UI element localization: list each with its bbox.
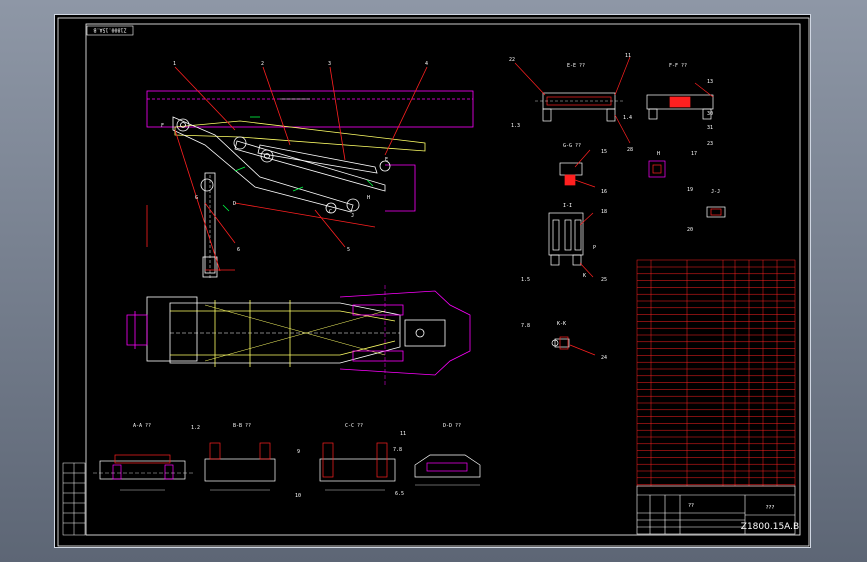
bottom-section-views <box>93 442 481 491</box>
drawing-number-top: Z1800.15A.B <box>93 27 126 33</box>
section-letter-P: P <box>593 245 596 251</box>
section-letter-D: D <box>233 201 236 207</box>
callout-22: 22 <box>509 57 515 63</box>
title-block-mid: ?? <box>688 503 694 509</box>
callout-2: 2 <box>261 61 264 67</box>
section-title-C: C-C ?? <box>345 423 363 429</box>
drawing-number-box-top: Z1800.15A.B <box>86 25 134 36</box>
callout-17: 17 <box>691 151 697 157</box>
section-title-H: H <box>657 151 660 157</box>
callout-11: 11 <box>400 431 406 437</box>
right-detail-views <box>514 56 726 356</box>
section-letter-J: J <box>351 213 354 219</box>
callout-28: 28 <box>627 147 633 153</box>
callout-25: 25 <box>601 277 607 283</box>
section-title-A: A-A ?? <box>133 423 151 429</box>
callout-9: 9 <box>297 449 300 455</box>
drawing-sheet: Z1800.15A.B ??? ?? Z1800.15A.B 1 2 3 4 5… <box>54 14 811 548</box>
section-title-K: K-K <box>557 321 566 327</box>
callout-24: 24 <box>601 355 607 361</box>
callout-1: 1 <box>173 61 176 67</box>
callout-1-3: 1.3 <box>511 123 520 129</box>
callout-18: 18 <box>601 209 607 215</box>
section-title-D: D-D ?? <box>443 423 461 429</box>
title-block-top: ??? <box>766 505 775 511</box>
section-letter-F: F <box>161 123 164 129</box>
section-letter-C: C <box>329 209 332 215</box>
callout-7-8: 7.8 <box>393 447 402 453</box>
parts-list-table <box>636 259 796 487</box>
detail-callouts: 1.2 9 10 11 7.8 6.5 22 11 1.3 28 13 1.4 … <box>191 53 713 499</box>
section-letters: F G H D E C J K P <box>161 123 596 279</box>
callout-13: 13 <box>707 79 713 85</box>
callout-1-5: 1.5 <box>521 277 530 283</box>
callout-30: 30 <box>707 111 713 117</box>
part-callouts: 1 2 3 4 5 6 <box>173 61 428 253</box>
section-title-G: G-G ?? <box>563 143 581 149</box>
drawing-number-bottom: Z1800.15A.B <box>741 522 799 532</box>
section-title-I: I-I <box>563 203 572 209</box>
callout-1-2: 1.2 <box>191 425 200 431</box>
callout-16: 16 <box>601 189 607 195</box>
section-title-J: J-J <box>711 189 720 195</box>
outer-frame <box>57 17 810 547</box>
callout-15: 15 <box>601 149 607 155</box>
section-title-B: B-B ?? <box>233 423 251 429</box>
plan-view <box>126 285 471 387</box>
inner-frame <box>85 23 801 536</box>
callout-31: 31 <box>707 125 713 131</box>
callout-20: 20 <box>687 227 693 233</box>
section-title-F: F-F ?? <box>669 63 687 69</box>
callout-5: 5 <box>347 247 350 253</box>
section-letter-E: E <box>385 157 388 163</box>
callout-7-8-k: 7.8 <box>521 323 530 329</box>
engineering-drawing: Z1800.15A.B ??? ?? Z1800.15A.B 1 2 3 4 5… <box>57 17 810 547</box>
callout-6: 6 <box>237 247 240 253</box>
section-letter-H: H <box>367 195 370 201</box>
left-revision-table <box>62 462 86 536</box>
callout-11-top: 11 <box>625 53 631 59</box>
main-side-view <box>146 66 474 280</box>
section-letter-K: K <box>583 273 586 279</box>
callout-23: 23 <box>707 141 713 147</box>
callout-1-4: 1.4 <box>623 115 632 121</box>
callout-6-5: 6.5 <box>395 491 404 497</box>
callout-4: 4 <box>425 61 428 67</box>
callout-10: 10 <box>295 493 301 499</box>
section-title-E: E-E ?? <box>567 63 585 69</box>
callout-19: 19 <box>687 187 693 193</box>
section-letter-G: G <box>195 195 198 201</box>
callout-3: 3 <box>328 61 331 67</box>
